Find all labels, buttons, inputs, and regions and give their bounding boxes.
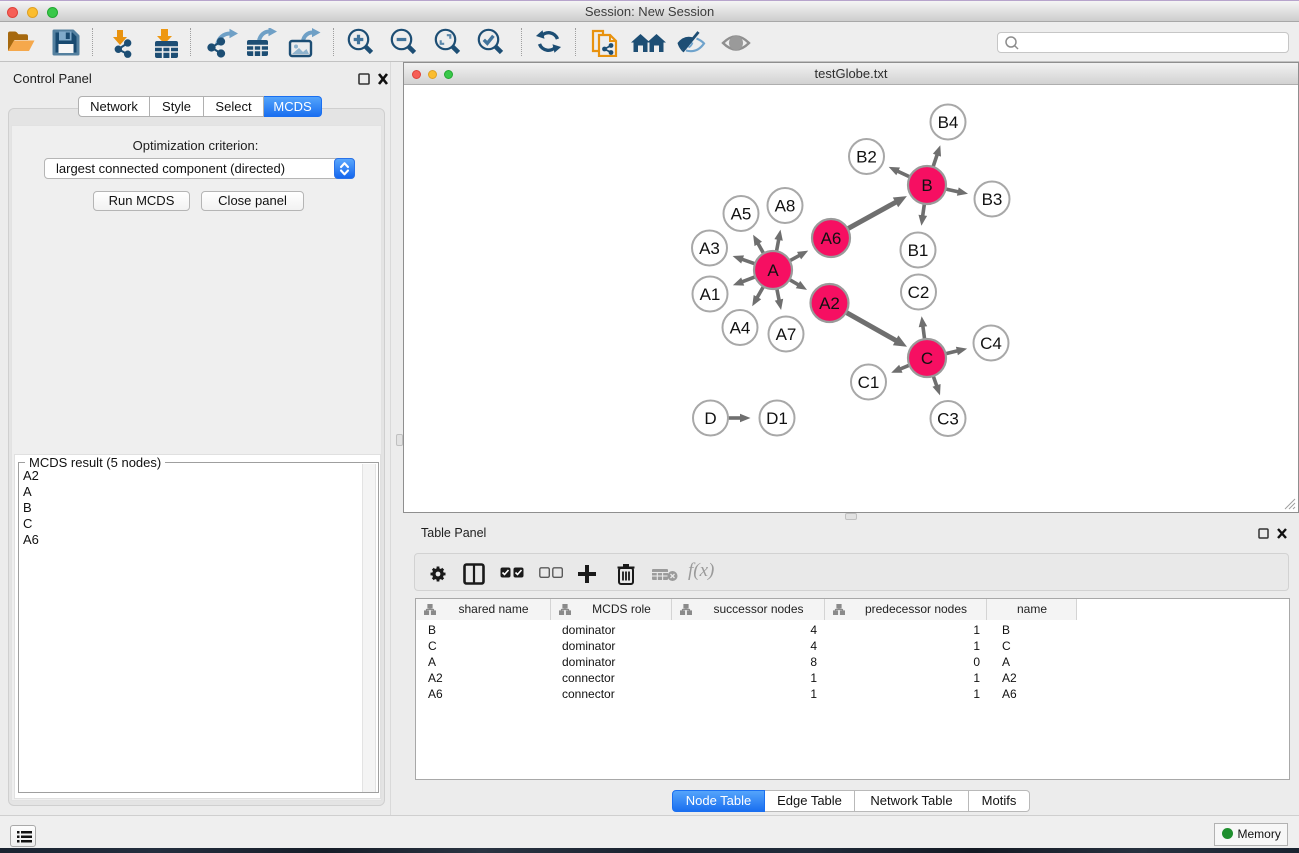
svg-text:D1: D1 (766, 409, 788, 428)
svg-text:B4: B4 (938, 113, 959, 132)
svg-text:A2: A2 (819, 294, 840, 313)
svg-text:C1: C1 (858, 373, 880, 392)
svg-text:C4: C4 (980, 334, 1002, 353)
svg-text:C3: C3 (937, 410, 959, 429)
svg-text:D: D (704, 409, 716, 428)
svg-text:A1: A1 (700, 285, 721, 304)
svg-text:A: A (767, 261, 779, 280)
svg-text:B3: B3 (982, 190, 1003, 209)
svg-text:B2: B2 (856, 148, 877, 167)
svg-text:C2: C2 (908, 283, 930, 302)
svg-text:A8: A8 (775, 197, 796, 216)
svg-text:A7: A7 (776, 325, 797, 344)
svg-text:B1: B1 (908, 241, 929, 260)
svg-text:A5: A5 (731, 205, 752, 224)
svg-text:A6: A6 (821, 229, 842, 248)
svg-text:B: B (921, 176, 932, 195)
svg-text:C: C (921, 349, 933, 368)
svg-text:A4: A4 (730, 319, 751, 338)
svg-text:A3: A3 (699, 239, 720, 258)
